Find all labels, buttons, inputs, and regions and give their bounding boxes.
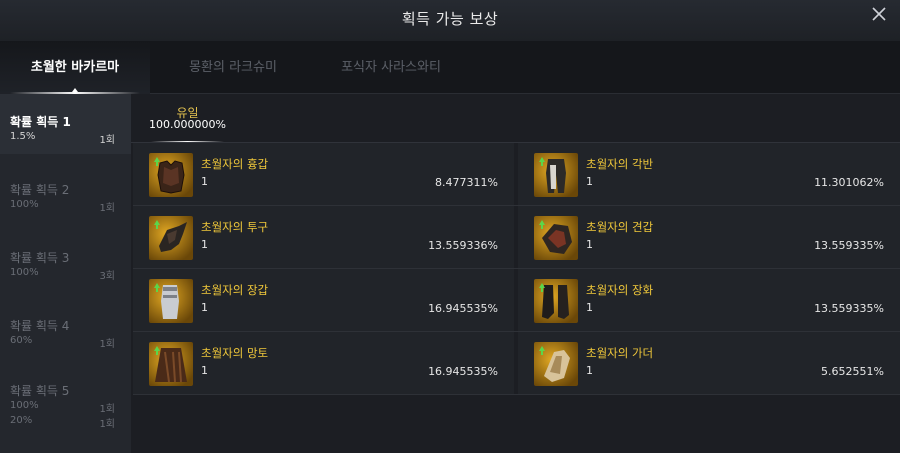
drop-count: 1회 — [99, 135, 115, 146]
drop-count: 1회 — [99, 419, 115, 430]
sidebar-item-row: 100% 3회 — [10, 267, 115, 282]
tab-label: 몽환의 라크슈미 — [189, 60, 277, 75]
sidebar-item-row: 1.5% 1회 — [10, 131, 115, 146]
drop-rate: 60% — [10, 335, 33, 346]
reward-item[interactable]: 초월자의 각반 1 11.301062% — [518, 143, 900, 205]
item-probability: 16.945535% — [428, 365, 498, 378]
item-name: 초월자의 투구 — [201, 220, 269, 234]
window-title: 획득 가능 보상 — [401, 10, 499, 28]
sidebar-item-1[interactable]: 확률 획득 1 1.5% 1회 — [0, 94, 131, 154]
reward-item[interactable]: 초월자의 장화 1 13.559335% — [518, 269, 900, 331]
gauntlet-icon — [149, 279, 193, 323]
item-probability: 13.559336% — [428, 239, 498, 252]
drop-count: 1회 — [99, 203, 115, 214]
item-name: 초월자의 장화 — [586, 283, 654, 297]
reward-item[interactable]: 초월자의 흉갑 1 8.477311% — [133, 143, 514, 205]
sidebar-item-label: 확률 획득 5 — [10, 384, 70, 398]
boots-icon — [534, 279, 578, 323]
drop-rate: 100% — [10, 267, 39, 278]
drop-rate: 100% — [10, 199, 39, 210]
sidebar-item-label: 확률 획득 2 — [10, 183, 70, 197]
sidebar-item-row: 60% 1회 — [10, 335, 115, 350]
item-name: 초월자의 흉갑 — [201, 157, 269, 171]
reward-item[interactable]: 초월자의 투구 1 13.559336% — [133, 206, 514, 268]
sidebar-item-label: 확률 획득 1 — [10, 115, 71, 129]
drop-rate: 1.5% — [10, 131, 36, 142]
tab-label: 초월한 바카르마 — [30, 60, 120, 75]
item-name: 초월자의 장갑 — [201, 283, 269, 297]
probability-sidebar: 확률 획득 1 1.5% 1회 확률 획득 2 100% 1회 확률 획득 3 … — [0, 94, 131, 453]
item-quantity: 1 — [201, 175, 208, 188]
drop-rate: 100% — [10, 400, 39, 411]
tab-vakarma[interactable]: 초월한 바카르마 — [0, 41, 150, 94]
guarder-icon — [534, 342, 578, 386]
tab-label: 포식자 사라스와티 — [341, 60, 441, 75]
item-quantity: 1 — [201, 238, 208, 251]
item-probability: 11.301062% — [814, 176, 884, 189]
reward-panel: 유일 100.000000% 초월자의 흉갑 1 8.477311% 초월자의 … — [131, 94, 900, 453]
sidebar-item-5[interactable]: 확률 획득 5 100% 1회 20% 1회 — [0, 364, 131, 444]
sidebar-item-label: 확률 획득 4 — [10, 319, 70, 333]
item-quantity: 1 — [586, 238, 593, 251]
item-probability: 5.652551% — [821, 365, 884, 378]
sidebar-item-4[interactable]: 확률 획득 4 60% 1회 — [0, 296, 131, 356]
chest-armor-icon — [149, 153, 193, 197]
drop-count: 1회 — [99, 339, 115, 350]
pauldron-icon — [534, 216, 578, 260]
drop-count: 1회 — [99, 404, 115, 415]
sidebar-item-row: 100% 1회 — [10, 400, 115, 415]
item-quantity: 1 — [586, 364, 593, 377]
item-probability: 13.559335% — [814, 302, 884, 315]
item-probability: 13.559335% — [814, 239, 884, 252]
grade-probability: 100.000000% — [149, 118, 226, 131]
sidebar-item-3[interactable]: 확률 획득 3 100% 3회 — [0, 228, 131, 288]
reward-item[interactable]: 초월자의 가더 1 5.652551% — [518, 332, 900, 394]
item-quantity: 1 — [201, 364, 208, 377]
drop-count: 3회 — [99, 271, 115, 282]
sidebar-item-row: 20% 1회 — [10, 415, 115, 430]
grade-tab-unique[interactable]: 유일 100.000000% — [145, 94, 230, 142]
item-name: 초월자의 망토 — [201, 346, 269, 360]
active-tab-caret-icon — [72, 88, 78, 92]
item-probability: 8.477311% — [435, 176, 498, 189]
item-name: 초월자의 견갑 — [586, 220, 654, 234]
item-quantity: 1 — [586, 175, 593, 188]
close-icon[interactable] — [868, 4, 890, 26]
reward-item[interactable]: 초월자의 견갑 1 13.559335% — [518, 206, 900, 268]
item-probability: 16.945535% — [428, 302, 498, 315]
reward-item[interactable]: 초월자의 장갑 1 16.945535% — [133, 269, 514, 331]
sidebar-item-2[interactable]: 확률 획득 2 100% 1회 — [0, 160, 131, 220]
sidebar-item-row: 100% 1회 — [10, 199, 115, 214]
tab-saraswati[interactable]: 포식자 사라스와티 — [316, 41, 466, 94]
item-quantity: 1 — [201, 301, 208, 314]
boss-tabs: 초월한 바카르마 몽환의 라크슈미 포식자 사라스와티 — [0, 41, 900, 94]
tab-lakshmi[interactable]: 몽환의 라크슈미 — [158, 41, 308, 94]
title-bar: 획득 가능 보상 — [0, 0, 900, 41]
row-divider — [133, 394, 900, 395]
item-name: 초월자의 각반 — [586, 157, 654, 171]
cloak-icon — [149, 342, 193, 386]
item-quantity: 1 — [586, 301, 593, 314]
helmet-icon — [149, 216, 193, 260]
item-name: 초월자의 가더 — [586, 346, 654, 360]
leg-armor-icon — [534, 153, 578, 197]
drop-rate: 20% — [10, 415, 33, 426]
sidebar-item-label: 확률 획득 3 — [10, 251, 70, 265]
reward-item[interactable]: 초월자의 망토 1 16.945535% — [133, 332, 514, 394]
